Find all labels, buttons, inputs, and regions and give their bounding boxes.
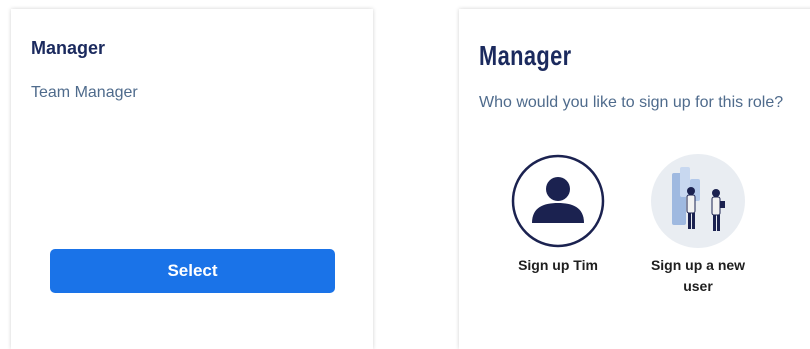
signup-role-title: Manager [479, 40, 572, 71]
role-title: Manager [31, 38, 106, 58]
user-avatar-icon[interactable] [510, 153, 606, 249]
role-card-team-manager: Manager Team Manager Select [11, 9, 373, 349]
sign-up-tim-option[interactable]: Sign up Tim [497, 153, 619, 276]
sign-up-new-user-label: Sign up a new user [650, 257, 746, 294]
sign-up-tim-label: Sign up Tim [518, 257, 598, 273]
select-button[interactable]: Select [50, 249, 335, 293]
role-subtitle: Team Manager [31, 84, 138, 101]
sign-up-new-user-option[interactable]: Sign up a new user [639, 153, 757, 297]
signup-question: Who would you like to sign up for this r… [479, 94, 784, 111]
role-signup-card: Manager Who would you like to sign up fo… [459, 9, 810, 349]
new-user-illustration-icon[interactable] [650, 153, 746, 249]
